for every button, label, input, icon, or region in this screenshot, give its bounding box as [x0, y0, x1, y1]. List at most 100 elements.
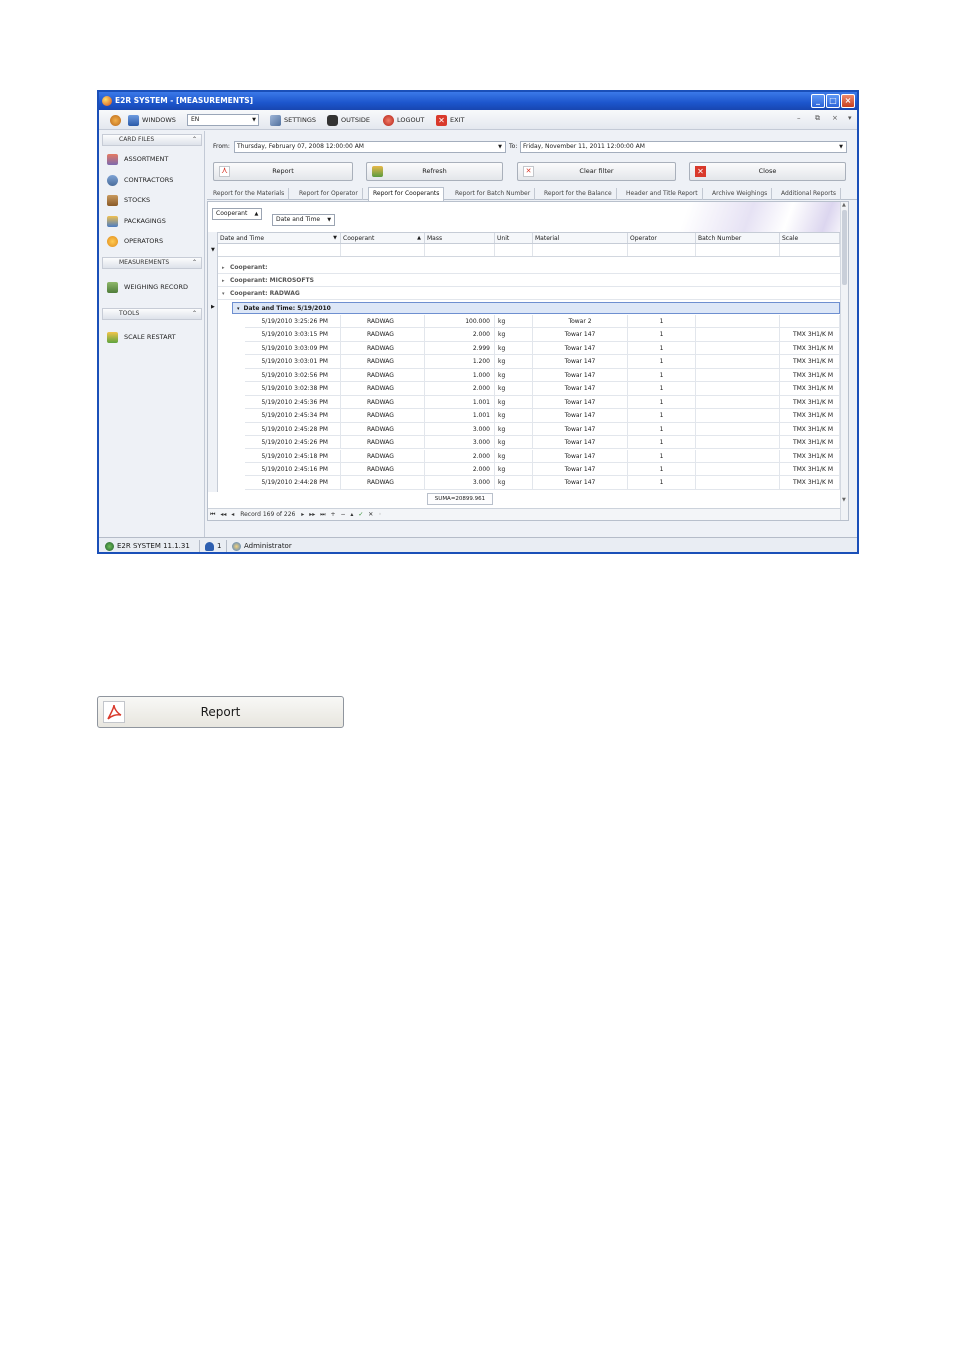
menu-exit[interactable]: ✕ EXIT [436, 114, 464, 126]
menu-outside[interactable]: OUTSIDE [327, 114, 370, 126]
column-header-cooperant[interactable]: Cooperant ▲ [341, 233, 425, 243]
table-row[interactable]: 5/19/2010 2:45:18 PM RADWAG 2.000 kg Towar 1… [245, 449, 840, 463]
table-row[interactable]: 5/19/2010 3:02:56 PM RADWAG 1.000 kg Towar 1… [245, 368, 840, 383]
sidebar-item-contractors[interactable]: CONTRACTORS [107, 173, 173, 187]
cell-mass: 1.001 [425, 395, 495, 409]
edit-record-button[interactable]: ▴ [350, 511, 353, 518]
tab-header-title-report[interactable]: Header and Title Report [622, 188, 703, 200]
sidebar-item-stocks[interactable]: STOCKS [107, 193, 150, 207]
cancel-button[interactable]: ✕ [368, 511, 373, 518]
column-header-unit[interactable]: Unit [495, 233, 533, 243]
vertical-scrollbar[interactable]: ▲ ▼ [840, 202, 848, 520]
table-row[interactable]: 5/19/2010 3:03:15 PM RADWAG 2.000 kg Towar 1… [245, 328, 840, 342]
sidebar-item-operators[interactable]: OPERATORS [107, 234, 163, 248]
cell-unit: kg [495, 382, 533, 395]
refresh-icon [372, 166, 383, 177]
delete-record-button[interactable]: − [340, 511, 345, 518]
column-header-mass[interactable]: Mass [425, 233, 495, 243]
group-row-date[interactable]: ▾ Date and Time: 5/19/2010 [232, 302, 840, 314]
minimize-button[interactable]: _ [811, 94, 825, 108]
mdi-minimize-button[interactable]: – [797, 114, 801, 122]
auto-filter-row[interactable] [218, 244, 840, 257]
tab-additional-reports[interactable]: Additional Reports [777, 188, 842, 200]
mdi-restore-button[interactable]: ⧉ [815, 114, 820, 123]
cell-unit: kg [495, 449, 533, 462]
menu-windows[interactable]: WINDOWS [128, 114, 176, 126]
column-header-scale[interactable]: Scale [780, 233, 840, 243]
home-button[interactable] [110, 114, 121, 126]
tab-report-batch-number[interactable]: Report for Batch Number [451, 188, 536, 200]
report-button[interactable]: ⋏ Report [213, 162, 353, 181]
mdi-menu-button[interactable]: ▾ [848, 114, 852, 122]
sidebar-group-tools[interactable]: TOOLS ⌃ [102, 308, 202, 320]
table-row[interactable]: 5/19/2010 2:45:26 PM RADWAG 3.000 kg Towar 1… [245, 436, 840, 450]
tab-report-cooperants[interactable]: Report for Cooperants [368, 187, 445, 201]
tab-report-balance[interactable]: Report for the Balance [540, 188, 617, 200]
cell-date-time: 5/19/2010 2:45:18 PM [245, 449, 341, 462]
pdf-icon: ⋏ [219, 166, 230, 177]
scroll-up-icon[interactable]: ▲ [842, 202, 846, 208]
group-row-cooperant-microsofts[interactable]: ▸ Cooperant: MICROSOFTS [218, 274, 840, 287]
menu-settings[interactable]: SETTINGS [270, 114, 316, 126]
mdi-close-button[interactable]: × [832, 114, 838, 122]
tab-archive-weighings[interactable]: Archive Weighings [708, 188, 773, 200]
sidebar-item-packagings[interactable]: PACKAGINGS [107, 214, 166, 228]
column-header-operator[interactable]: Operator [628, 233, 696, 243]
cell-batch-number [696, 368, 780, 382]
group-chip-cooperant[interactable]: Cooperant ▲ [212, 208, 263, 220]
to-date-picker[interactable]: Friday, November 11, 2011 12:00:00 AM ▼ [520, 141, 847, 153]
group-row-cooperant-radwag[interactable]: ▾ Cooperant: RADWAG [218, 287, 840, 300]
chevron-up-icon: ⌃ [191, 136, 197, 143]
sidebar-group-measurements[interactable]: MEASUREMENTS ⌃ [102, 257, 202, 269]
add-record-button[interactable]: + [331, 511, 336, 518]
group-chip-date-time[interactable]: Date and Time ▼ [272, 214, 336, 226]
column-header-batch-number[interactable]: Batch Number [696, 233, 780, 243]
prev-page-button[interactable]: ◂◂ [220, 511, 226, 518]
table-row[interactable]: 5/19/2010 3:25:26 PM RADWAG 100.000 kg Towar… [245, 315, 840, 329]
table-row[interactable]: 5/19/2010 2:45:28 PM RADWAG 3.000 kg Towar 1… [245, 422, 840, 436]
sidebar-item-assortment[interactable]: ASSORTMENT [107, 152, 168, 166]
cell-material: Towar 147 [533, 328, 628, 341]
next-page-button[interactable]: ▸▸ [309, 511, 315, 518]
last-record-button[interactable]: ⏭ [320, 511, 325, 518]
record-navigator: ⏮ ◂◂ ◂ Record 169 of 226 ▸ ▸▸ ⏭ + − ▴ ✓ … [208, 508, 848, 520]
column-header-date-time[interactable]: Date and Time ▼ [218, 233, 341, 243]
table-row[interactable]: 5/19/2010 2:45:16 PM RADWAG 2.000 kg Towar 1… [245, 462, 840, 477]
cell-cooperant: RADWAG [341, 462, 425, 476]
close-window-button[interactable]: × [841, 94, 855, 108]
sidebar-item-scale-restart[interactable]: SCALE RESTART [107, 330, 176, 344]
cell-batch-number [696, 382, 780, 395]
group-row-cooperant-empty[interactable]: ▸ Cooperant: [218, 261, 840, 274]
scroll-thumb[interactable] [842, 210, 847, 285]
confirm-button[interactable]: ✓ [358, 511, 363, 518]
table-row[interactable]: 5/19/2010 3:03:01 PM RADWAG 1.200 kg Towar 1… [245, 355, 840, 369]
cell-date-time: 5/19/2010 3:03:01 PM [245, 355, 341, 368]
first-record-button[interactable]: ⏮ [210, 511, 215, 518]
language-select[interactable]: EN ▼ [187, 114, 259, 126]
cell-batch-number [696, 462, 780, 476]
menu-logout[interactable]: LOGOUT [383, 114, 424, 126]
refresh-nav-button[interactable]: ◦ [378, 511, 382, 518]
table-row[interactable]: 5/19/2010 2:44:28 PM RADWAG 3.000 kg Towar 1… [245, 476, 840, 490]
prev-record-button[interactable]: ◂ [231, 511, 234, 518]
column-header-material[interactable]: Material [533, 233, 628, 243]
version-label: E2R SYSTEM 11.1.31 [117, 542, 190, 550]
from-date-picker[interactable]: Thursday, February 07, 2008 12:00:00 AM … [234, 141, 506, 153]
cell-cooperant: RADWAG [341, 476, 425, 489]
tab-report-operator[interactable]: Report for Operator [295, 188, 363, 200]
report-button-enlarged[interactable]: Report [97, 696, 344, 728]
sidebar-item-weighing-record[interactable]: WEIGHING RECORD [107, 280, 188, 294]
table-row[interactable]: 5/19/2010 2:45:34 PM RADWAG 1.001 kg Towar 1… [245, 409, 840, 423]
close-button[interactable]: ✕ Close [689, 162, 846, 181]
sidebar-group-card-files[interactable]: CARD FILES ⌃ [102, 134, 202, 146]
scroll-down-icon[interactable]: ▼ [842, 497, 846, 503]
table-row[interactable]: 5/19/2010 3:02:38 PM RADWAG 2.000 kg Towar 1… [245, 382, 840, 396]
next-record-button[interactable]: ▸ [301, 511, 304, 518]
maximize-button[interactable]: □ [826, 94, 840, 108]
status-version: E2R SYSTEM 11.1.31 [105, 538, 190, 552]
refresh-button[interactable]: Refresh [366, 162, 503, 181]
clear-filter-button[interactable]: ✕ Clear filter [517, 162, 676, 181]
table-row[interactable]: 5/19/2010 3:03:09 PM RADWAG 2.999 kg Towar 1… [245, 341, 840, 356]
tab-report-materials[interactable]: Report for the Materials [209, 188, 290, 200]
table-row[interactable]: 5/19/2010 2:45:36 PM RADWAG 1.001 kg Towar 1… [245, 395, 840, 410]
